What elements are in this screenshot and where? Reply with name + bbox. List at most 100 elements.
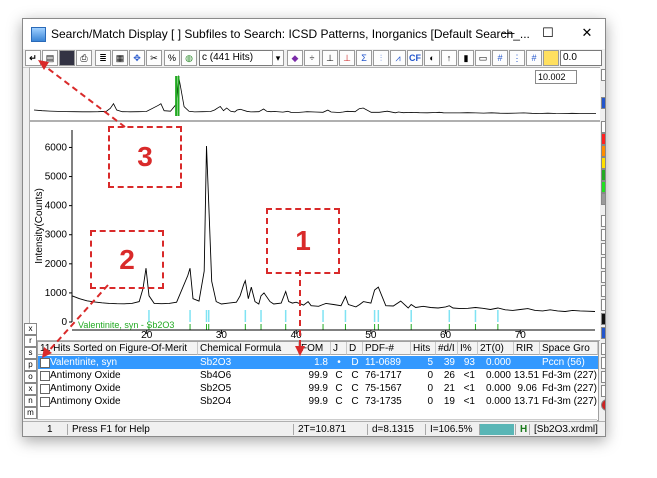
col-header-2t[interactable]: 2T(0) — [478, 342, 514, 355]
percent-icon[interactable]: % — [164, 50, 180, 66]
highlight-icon[interactable] — [543, 50, 559, 66]
zoom-out-icon[interactable] — [601, 229, 605, 241]
rm-icon[interactable] — [601, 343, 605, 355]
left-tab[interactable]: x — [24, 323, 37, 335]
table-row[interactable]: Valentinite, syn Sb2O3 1.8 • D 11-0689 5… — [38, 356, 598, 369]
hits-table: 11 Hits Sorted on Figure-Of-Merit Chemic… — [37, 341, 599, 421]
save-icon[interactable] — [59, 50, 75, 66]
bar-blue-icon[interactable] — [601, 327, 605, 339]
columns-icon[interactable]: ⋮ — [509, 50, 525, 66]
print-icon[interactable]: ⎙ — [76, 50, 92, 66]
col-header-name[interactable]: 11 Hits Sorted on Figure-Of-Merit — [38, 342, 198, 355]
list-view-icon[interactable] — [601, 371, 605, 383]
scroll-up-icon[interactable] — [601, 243, 605, 255]
y-tick-label: 3000 — [45, 230, 68, 241]
left-tab[interactable]: r — [24, 335, 37, 347]
cell-2t: 0.000 — [485, 383, 511, 394]
color-yellow-swatch[interactable] — [601, 157, 605, 169]
bar-icon[interactable]: ▮ — [458, 50, 474, 66]
axis-sum-icon[interactable]: Σ — [356, 50, 372, 66]
status-two-theta: 2T=10.871 — [293, 424, 346, 435]
zoom-field[interactable]: 0.0 — [560, 50, 602, 66]
scissors-icon[interactable]: ✂ — [146, 50, 162, 66]
tick-icon[interactable]: ⊥ — [322, 50, 338, 66]
cf-icon[interactable]: CF — [407, 50, 423, 66]
col-header-hits[interactable]: Hits — [411, 342, 436, 355]
status-d-spacing: d=8.1315 — [367, 424, 414, 435]
crosshair-icon[interactable]: ✥ — [129, 50, 145, 66]
table-row[interactable]: Antimony Oxide Sb4O6 99.9 C C 76-1717 0 … — [38, 369, 598, 382]
minimize-button[interactable]: — — [493, 23, 523, 43]
col-header-spacegroup[interactable]: Space Gro — [540, 342, 598, 355]
add-icon[interactable] — [601, 357, 605, 369]
col-header-formula[interactable]: Chemical Formula — [198, 342, 299, 355]
left-tab[interactable]: o — [24, 371, 37, 383]
cell-ipct: <1 — [463, 383, 475, 394]
scroll-down-icon[interactable] — [601, 257, 605, 269]
color-orange-swatch[interactable] — [601, 145, 605, 157]
x-tick-label: 70 — [515, 330, 527, 340]
bars-icon[interactable]: ⫶ — [373, 50, 389, 66]
cursor-icon[interactable]: ↑ — [441, 50, 457, 66]
fit-icon[interactable] — [601, 271, 605, 283]
maximize-button[interactable]: ☐ — [533, 23, 563, 43]
cell-spacegroup: Fd-3m (227) — [542, 370, 598, 381]
left-tab[interactable]: s — [24, 347, 37, 359]
chevron-down-icon[interactable]: ▾ — [272, 50, 284, 66]
col-header-fom[interactable]: FOM — [299, 342, 331, 355]
grid-hash-icon[interactable]: # — [526, 50, 542, 66]
swap-icon[interactable] — [601, 385, 605, 397]
print-preview-icon[interactable]: ▤ — [42, 50, 58, 66]
color-white-swatch[interactable] — [601, 121, 605, 133]
hits-combo[interactable]: c (441 Hits) — [199, 50, 273, 66]
col-header-j[interactable]: J — [331, 342, 347, 355]
color-green-swatch[interactable] — [601, 169, 605, 181]
globe-icon[interactable]: ◍ — [181, 50, 197, 66]
peak-icon[interactable]: ⊥ — [339, 50, 355, 66]
y-tick-label: 4000 — [45, 201, 68, 212]
cell-rir — [514, 356, 540, 369]
color-gray-swatch[interactable] — [601, 193, 605, 205]
left-tab[interactable]: x — [24, 383, 37, 395]
col-header-d[interactable]: D — [347, 342, 363, 355]
stop-icon[interactable] — [601, 399, 605, 411]
left-tab[interactable]: p — [24, 359, 37, 371]
overview-plot[interactable] — [29, 67, 601, 121]
left-tab[interactable]: n — [24, 395, 37, 407]
col-header-rir[interactable]: RIR — [514, 342, 540, 355]
window-title: Search/Match Display [ ] Subfiles to Sea… — [51, 27, 530, 41]
table-row[interactable]: Antimony Oxide Sb2O5 99.9 C C 75-1567 0 … — [38, 382, 598, 395]
list-icon[interactable]: ▭ — [475, 50, 491, 66]
cell-2t: 0.000 — [485, 370, 511, 381]
black-square-icon[interactable] — [601, 313, 605, 325]
color-red-swatch[interactable] — [601, 133, 605, 145]
callout-1: 1 — [266, 208, 340, 274]
col-header-di[interactable]: #d/I — [436, 342, 458, 355]
chip-icon[interactable]: ▦ — [112, 50, 128, 66]
table-row[interactable]: Antimony Oxide Sb2O4 99.9 C C 73-1735 0 … — [38, 395, 598, 408]
zoom-in-icon[interactable] — [601, 215, 605, 227]
cell-d: D — [351, 357, 359, 368]
table-icon[interactable]: ≣ — [95, 50, 111, 66]
cell-rir: 13.51 — [514, 370, 540, 381]
move-icon[interactable] — [601, 285, 605, 297]
bars-toggle-icon[interactable] — [601, 97, 605, 109]
axis-icon[interactable]: ÷ — [304, 50, 320, 66]
left-tab[interactable]: m — [24, 407, 37, 419]
diffraction-icon[interactable]: ⩘ — [390, 50, 406, 66]
status-h: H — [515, 424, 527, 435]
col-header-ipct[interactable]: I% — [458, 342, 478, 355]
col-header-pdf[interactable]: PDF-# — [363, 342, 411, 355]
enter-icon[interactable]: ↵ — [25, 50, 41, 66]
x-tick-label: 20 — [141, 330, 153, 340]
close-button[interactable]: ✕ — [572, 23, 602, 43]
hash-icon[interactable]: # — [492, 50, 508, 66]
diamond-icon[interactable]: ◆ — [287, 50, 303, 66]
expand-icon[interactable] — [601, 299, 605, 311]
cell-pdf: 11-0689 — [365, 357, 401, 368]
circle-icon[interactable]: ◐ — [424, 50, 440, 66]
toolbar: ↵ ▤ ⎙ ≣ ▦ ✥ ✂ % ◍ c (441 Hits) ▾ ◆ ÷ ⊥ ⊥… — [23, 49, 605, 68]
panel-toggle-icon[interactable] — [601, 69, 605, 81]
cell-fom: 1.8 — [314, 357, 328, 368]
color-lightgreen-swatch[interactable] — [601, 181, 605, 193]
